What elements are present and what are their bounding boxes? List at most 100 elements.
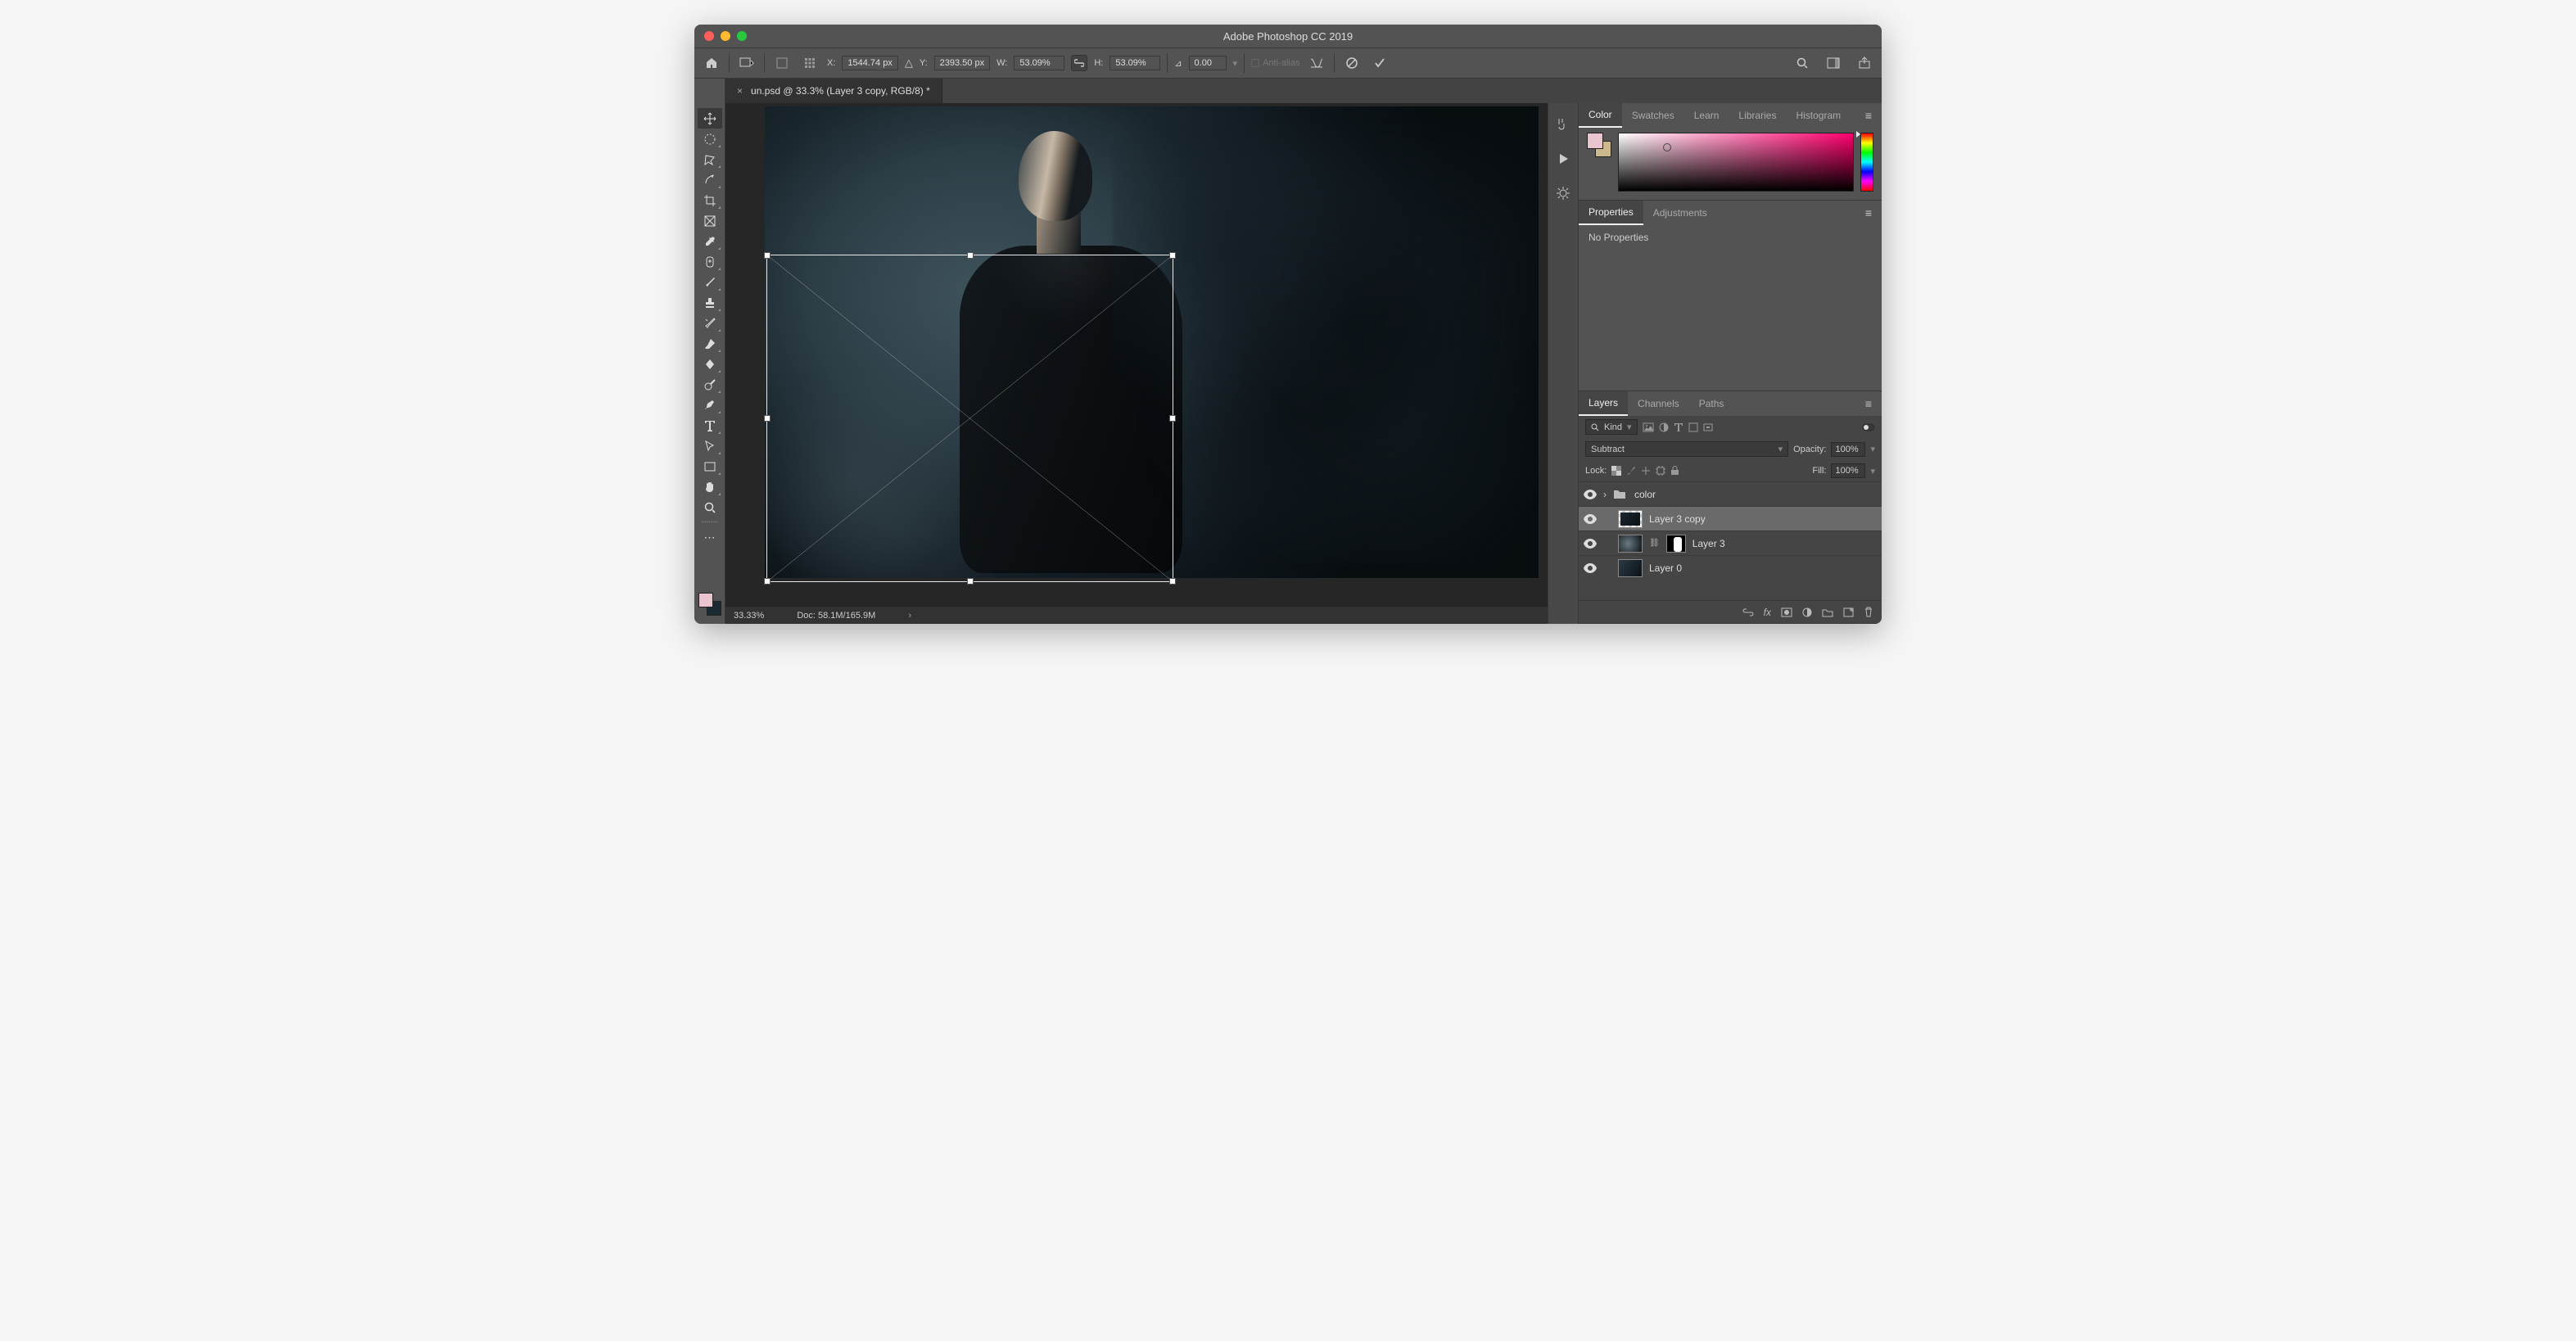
properties-panel-menu[interactable]: ≡ xyxy=(1860,206,1877,219)
brush-settings-icon[interactable] xyxy=(1553,115,1573,134)
healing-tool[interactable] xyxy=(698,251,722,272)
tab-layers[interactable]: Layers xyxy=(1579,391,1628,416)
transform-handle-ne[interactable] xyxy=(1169,252,1176,259)
transform-handle-s[interactable] xyxy=(967,578,974,585)
share-button[interactable] xyxy=(1854,52,1875,74)
document-tab[interactable]: × un.psd @ 33.3% (Layer 3 copy, RGB/8) * xyxy=(725,79,942,103)
navigator-icon[interactable] xyxy=(1553,183,1573,203)
doc-size[interactable]: Doc: 58.1M/165.9M xyxy=(797,611,875,621)
tab-histogram[interactable]: Histogram xyxy=(1786,103,1851,128)
brush-tool[interactable] xyxy=(698,272,722,292)
visibility-toggle[interactable] xyxy=(1584,490,1597,499)
edit-toolbar-button[interactable]: ⋯ xyxy=(698,527,722,548)
eraser-tool[interactable] xyxy=(698,333,722,354)
mask-button[interactable] xyxy=(1781,607,1792,617)
window-minimize-button[interactable] xyxy=(721,31,730,41)
group-button[interactable] xyxy=(1822,607,1833,617)
blend-mode-select[interactable]: Subtract▾ xyxy=(1585,441,1788,457)
reference-grid-icon[interactable] xyxy=(799,52,820,74)
adjustment-button[interactable] xyxy=(1802,607,1812,617)
commit-transform-button[interactable] xyxy=(1369,52,1390,74)
layer-filter-type[interactable]: Kind▾ xyxy=(1585,419,1638,435)
workspace-button[interactable] xyxy=(1823,52,1844,74)
tab-swatches[interactable]: Swatches xyxy=(1622,103,1684,128)
lasso-tool[interactable] xyxy=(698,149,722,169)
aspect-lock-button[interactable] xyxy=(1071,55,1087,71)
tab-properties[interactable]: Properties xyxy=(1579,201,1643,225)
layer-row[interactable]: ⛓ Layer 3 xyxy=(1579,531,1882,555)
new-layer-button[interactable] xyxy=(1843,607,1854,617)
search-button[interactable] xyxy=(1792,52,1813,74)
tab-paths[interactable]: Paths xyxy=(1689,391,1734,416)
warp-icon[interactable] xyxy=(1306,52,1327,74)
reference-point-icon[interactable] xyxy=(771,52,793,74)
angle-value[interactable]: 0.00 xyxy=(1189,56,1227,70)
hue-slider[interactable] xyxy=(1860,133,1873,192)
filter-shape-icon[interactable] xyxy=(1688,422,1698,432)
link-layers-button[interactable] xyxy=(1742,607,1754,617)
antialias-label[interactable]: Anti-alias xyxy=(1263,58,1299,68)
transform-handle-nw[interactable] xyxy=(764,252,771,259)
window-zoom-button[interactable] xyxy=(737,31,747,41)
transform-handle-n[interactable] xyxy=(967,252,974,259)
transform-handle-sw[interactable] xyxy=(764,578,771,585)
opacity-value[interactable]: 100% xyxy=(1831,442,1865,457)
delete-layer-button[interactable] xyxy=(1864,607,1873,617)
lock-position-icon[interactable] xyxy=(1641,466,1651,476)
layer-row-group[interactable]: › color xyxy=(1579,481,1882,506)
canvas[interactable] xyxy=(725,103,1548,606)
mask-link-icon[interactable]: ⛓ xyxy=(1649,539,1660,548)
tab-adjustments[interactable]: Adjustments xyxy=(1643,201,1717,225)
transform-handle-w[interactable] xyxy=(764,415,771,422)
filter-pixel-icon[interactable] xyxy=(1643,422,1654,432)
move-tool[interactable] xyxy=(698,108,722,129)
filter-type-icon[interactable] xyxy=(1674,422,1683,432)
x-value[interactable]: 1544.74 px xyxy=(842,56,897,70)
type-tool[interactable] xyxy=(698,415,722,436)
gradient-tool[interactable] xyxy=(698,354,722,374)
pen-tool[interactable] xyxy=(698,395,722,415)
shape-tool[interactable] xyxy=(698,456,722,476)
home-button[interactable] xyxy=(701,52,722,74)
color-swatches[interactable] xyxy=(698,593,721,616)
filter-adjust-icon[interactable] xyxy=(1659,422,1669,432)
visibility-toggle[interactable] xyxy=(1584,539,1597,549)
lock-transparency-icon[interactable] xyxy=(1611,466,1621,476)
layer-row-selected[interactable]: Layer 3 copy xyxy=(1579,506,1882,531)
lock-all-icon[interactable] xyxy=(1670,466,1679,476)
filter-smart-icon[interactable] xyxy=(1703,422,1713,432)
lock-artboard-icon[interactable] xyxy=(1656,466,1665,476)
eyedropper-tool[interactable] xyxy=(698,231,722,251)
history-brush-tool[interactable] xyxy=(698,313,722,333)
color-field[interactable] xyxy=(1618,133,1854,192)
filter-toggle[interactable] xyxy=(1862,423,1875,431)
crop-tool[interactable] xyxy=(698,190,722,210)
dodge-tool[interactable] xyxy=(698,374,722,395)
zoom-tool[interactable] xyxy=(698,497,722,517)
fx-button[interactable]: fx xyxy=(1764,607,1771,618)
tab-color[interactable]: Color xyxy=(1579,103,1622,128)
color-panel-swatches[interactable] xyxy=(1587,133,1611,157)
tab-channels[interactable]: Channels xyxy=(1628,391,1689,416)
tab-learn[interactable]: Learn xyxy=(1684,103,1729,128)
visibility-toggle[interactable] xyxy=(1584,563,1597,573)
tab-libraries[interactable]: Libraries xyxy=(1729,103,1786,128)
transform-handle-se[interactable] xyxy=(1169,578,1176,585)
h-value[interactable]: 53.09% xyxy=(1109,56,1160,70)
zoom-level[interactable]: 33.33% xyxy=(734,611,764,621)
stamp-tool[interactable] xyxy=(698,292,722,313)
transform-box[interactable] xyxy=(766,255,1173,582)
marquee-tool[interactable] xyxy=(698,129,722,149)
cancel-transform-button[interactable] xyxy=(1341,52,1363,74)
path-select-tool[interactable] xyxy=(698,436,722,456)
y-value[interactable]: 2393.50 px xyxy=(934,56,990,70)
quick-select-tool[interactable] xyxy=(698,169,722,190)
window-close-button[interactable] xyxy=(704,31,714,41)
layer-row[interactable]: Layer 0 xyxy=(1579,555,1882,580)
frame-tool[interactable] xyxy=(698,210,722,231)
hand-tool[interactable] xyxy=(698,476,722,497)
lock-image-icon[interactable] xyxy=(1626,466,1636,476)
transform-handle-e[interactable] xyxy=(1169,415,1176,422)
layers-panel-menu[interactable]: ≡ xyxy=(1860,397,1877,410)
visibility-toggle[interactable] xyxy=(1584,514,1597,524)
